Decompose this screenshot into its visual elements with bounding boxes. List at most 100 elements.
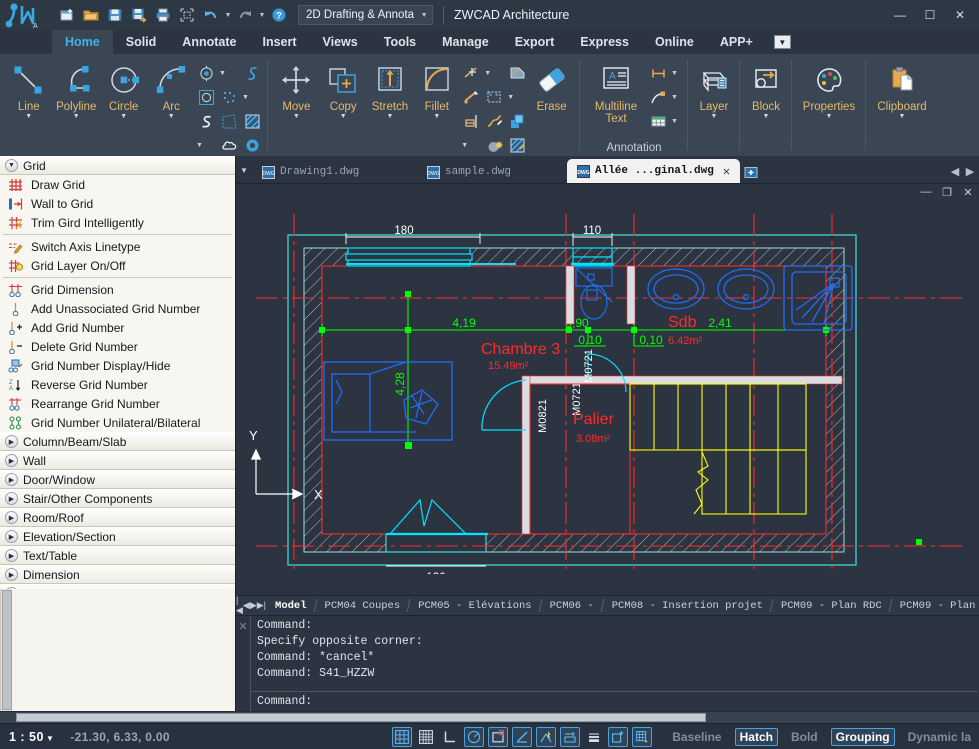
palette-group-dimension[interactable]: ▶ Dimension [0, 565, 235, 584]
palette-item-grid-layer-on-off[interactable]: Grid Layer On/Off [0, 256, 235, 275]
palette-item-delete-grid-number[interactable]: Delete Grid Number [0, 337, 235, 356]
snap-mode-icon[interactable] [392, 726, 413, 747]
trim-dropdown-caret[interactable]: ▼ [483, 62, 492, 84]
layout-first-icon[interactable]: |◀ [236, 596, 243, 615]
trim-icon[interactable] [460, 62, 482, 84]
toggle-bold[interactable]: Bold [787, 729, 822, 745]
document-tab-sample[interactable]: DWG sample.dwg [417, 161, 567, 183]
properties-button[interactable]: Properties ▼ [797, 58, 861, 121]
boundary-icon[interactable] [218, 110, 240, 132]
quick-properties-icon[interactable] [608, 726, 629, 747]
toggle-grouping[interactable]: Grouping [830, 727, 895, 746]
dynamic-input-icon[interactable] [560, 726, 581, 747]
palette-item-trim-grid-intelligently[interactable]: Trim Gird Intelligently [0, 213, 235, 232]
palette-item-grid-number-unilateral-bilateral[interactable]: Grid Number Unilateral/Bilateral [0, 413, 235, 432]
document-tab-allee[interactable]: DWG Allée ...ginal.dwg ✕ [567, 159, 741, 183]
object-snap-icon[interactable] [488, 726, 509, 747]
palette-item-switch-axis-linetype[interactable]: Switch Axis Linetype [0, 237, 235, 256]
maximize-button[interactable]: ☐ [915, 2, 945, 28]
leader-dropdown-caret[interactable]: ▼ [670, 86, 679, 108]
multiline-text-button[interactable]: A Multiline Text [585, 58, 647, 125]
stretch-dropdown-caret[interactable]: ▼ [387, 113, 394, 121]
clipboard-button[interactable]: Clipboard ▼ [871, 58, 933, 121]
redo-dropdown-caret[interactable]: ▼ [258, 12, 266, 19]
print-icon[interactable] [152, 4, 174, 26]
hatch-icon[interactable] [241, 110, 263, 132]
close-button[interactable]: ✕ [945, 2, 975, 28]
toggle-dynamic-layer[interactable]: Dynamic la [904, 729, 973, 745]
tab-views[interactable]: Views [310, 30, 371, 54]
stretch-button[interactable]: Stretch ▼ [367, 58, 414, 121]
document-tab-drawing1[interactable]: DWG Drawing1.dwg [252, 161, 417, 183]
tab-annotate[interactable]: Annotate [169, 30, 249, 54]
document-tabs-menu-caret[interactable]: ▼ [236, 157, 252, 183]
layout-tab-pcm08-insertion-projet[interactable]: PCM08 - Insertion projet [603, 596, 772, 615]
line-dropdown-caret[interactable]: ▼ [25, 113, 32, 121]
spline-fit-icon[interactable] [241, 62, 263, 84]
palette-scrollbar[interactable] [0, 589, 12, 711]
new-document-tab-button[interactable] [740, 161, 762, 183]
chevron-down-icon[interactable]: ▼ [420, 12, 428, 19]
revision-cloud-icon[interactable] [218, 134, 240, 156]
command-history[interactable]: Command: Specify opposite corner: Comman… [250, 616, 977, 691]
command-input-line[interactable]: Command: [250, 691, 977, 711]
palette-group-wall[interactable]: ▶ Wall [0, 451, 235, 470]
print-preview-icon[interactable] [176, 4, 198, 26]
leader-icon[interactable] [647, 86, 669, 108]
block-button[interactable]: Block ▼ [745, 58, 787, 121]
layout-last-icon[interactable]: ▶| [257, 596, 266, 615]
tab-appplus[interactable]: APP+ [707, 30, 766, 54]
linear-dimension-icon[interactable] [647, 62, 669, 84]
palette-item-grid-number-display-hide[interactable]: Grid Number Display/Hide [0, 356, 235, 375]
lineweight-icon[interactable] [584, 727, 604, 747]
clipboard-dropdown-caret[interactable]: ▼ [899, 113, 906, 121]
layout-tab-pcm06[interactable]: PCM06 - [541, 596, 603, 615]
horizontal-scrollbar[interactable] [0, 711, 979, 723]
save-icon[interactable] [104, 4, 126, 26]
chevron-down-icon[interactable]: ▼ [46, 734, 54, 743]
hatch-dropdown-caret[interactable]: ▼ [195, 134, 204, 156]
copy-button[interactable]: Copy ▼ [320, 58, 367, 121]
palette-group-stair-other-components[interactable]: ▶ Stair/Other Components [0, 489, 235, 508]
redo-icon[interactable] [234, 4, 256, 26]
table-dropdown-caret[interactable]: ▼ [670, 110, 679, 132]
fillet-button[interactable]: Fillet ▼ [413, 58, 460, 121]
toggle-hatch[interactable]: Hatch [734, 727, 778, 746]
layout-tab-pcm04-coupes[interactable]: PCM04 Coupes [316, 596, 410, 615]
move-dropdown-caret[interactable]: ▼ [293, 113, 300, 121]
offset-dropdown-caret[interactable]: ▼ [460, 134, 469, 156]
layout-tab-pcm09-plan[interactable]: PCM09 - Plan [891, 596, 979, 615]
scrollbar-thumb[interactable] [16, 713, 706, 722]
edit-spline-icon[interactable] [483, 110, 505, 132]
line-button[interactable]: Line ▼ [5, 58, 53, 121]
move-button[interactable]: Move ▼ [273, 58, 320, 121]
palette-item-rearrange-grid-number[interactable]: Rearrange Grid Number [0, 394, 235, 413]
layout-tab-pcm05-elevations[interactable]: PCM05 - Elévations [409, 596, 540, 615]
region-icon[interactable] [195, 86, 217, 108]
palette-group-elevation-section[interactable]: ▶ Elevation/Section [0, 527, 235, 546]
palette-item-draw-grid[interactable]: Draw Grid [0, 175, 235, 194]
tab-solid[interactable]: Solid [113, 30, 170, 54]
tab-home[interactable]: Home [52, 30, 113, 54]
palette-group-room-roof[interactable]: ▶ Room/Roof [0, 508, 235, 527]
save-as-icon[interactable] [128, 4, 150, 26]
scrollbar-right-cap[interactable] [965, 712, 979, 723]
palette-item-add-unassociated-grid-number[interactable]: Add Unassociated Grid Number [0, 299, 235, 318]
tab-express[interactable]: Express [567, 30, 642, 54]
copy-dropdown-caret[interactable]: ▼ [340, 113, 347, 121]
drawing-canvas[interactable]: — ❐ ✕ 180 110 4,19 4,28 0,90 0,10 0,10 2… [236, 184, 979, 595]
undo-dropdown-caret[interactable]: ▼ [224, 12, 232, 19]
donut-icon[interactable] [241, 134, 263, 156]
align-icon[interactable] [460, 110, 482, 132]
layer-dropdown-caret[interactable]: ▼ [711, 113, 718, 121]
minimize-button[interactable]: — [885, 2, 915, 28]
tab-scroll-left-icon[interactable]: ◀ [948, 161, 962, 181]
arc-dropdown-caret[interactable]: ▼ [168, 113, 175, 121]
palette-item-wall-to-grid[interactable]: Wall to Grid [0, 194, 235, 213]
scale-dropdown-caret[interactable]: ▼ [506, 86, 515, 108]
tab-online[interactable]: Online [642, 30, 707, 54]
tab-tools[interactable]: Tools [371, 30, 429, 54]
scrollbar-left-cap[interactable] [0, 712, 14, 723]
mdi-restore-button[interactable]: ❐ [940, 186, 954, 199]
palette-group-grid[interactable]: ▼ Grid [0, 156, 235, 175]
